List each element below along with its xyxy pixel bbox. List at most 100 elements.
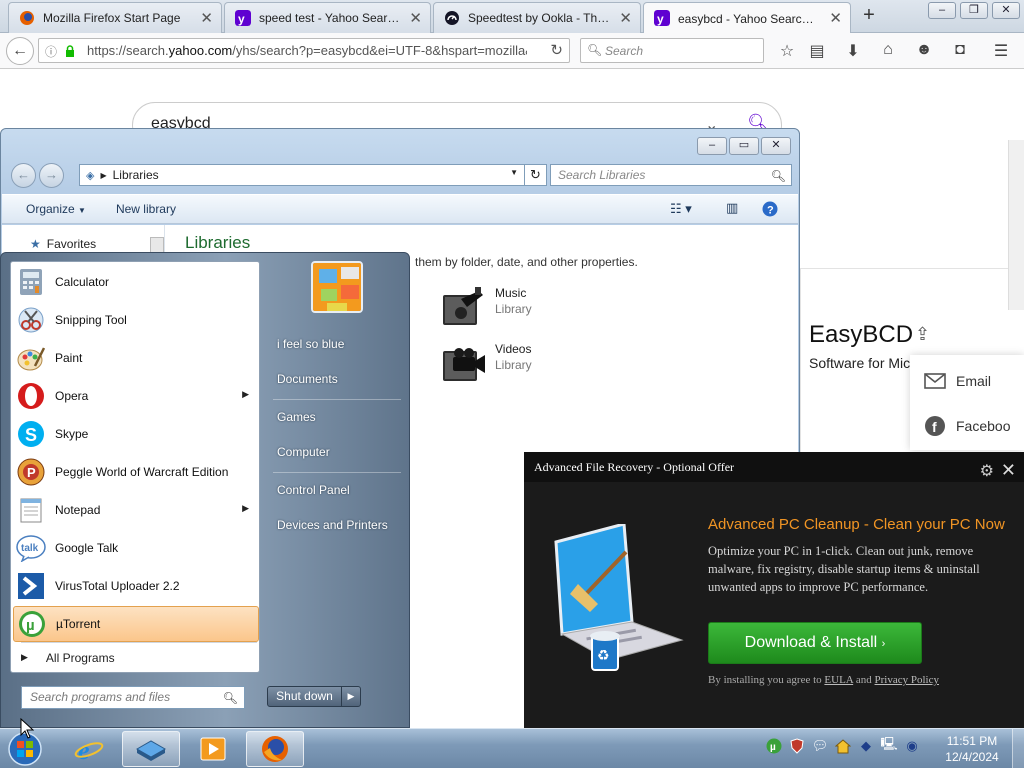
close-button[interactable]: ✕ [761, 137, 791, 155]
program-opera[interactable]: Opera ▶ [13, 378, 259, 414]
gear-icon[interactable]: ⚙ [980, 457, 994, 487]
close-button[interactable]: ✕ [992, 2, 1020, 19]
start-control-panel[interactable]: Control Panel [277, 483, 350, 497]
taskbar-explorer[interactable] [122, 731, 180, 767]
show-desktop-button[interactable] [1012, 729, 1024, 768]
network-icon[interactable]: 🖳 [880, 736, 898, 755]
sidebar-item-favorites[interactable]: ★ Favorites [30, 237, 96, 251]
restore-button[interactable]: ❐ [960, 2, 988, 19]
shutdown-options-arrow-icon[interactable]: ▶ [342, 687, 360, 706]
taskbar-clock[interactable]: 11:51 PM 12/4/2024 [938, 733, 1006, 765]
start-user-folder[interactable]: i feel so blue [277, 337, 344, 351]
taskbar-internet-explorer[interactable]: e [60, 731, 118, 767]
program-google-talk[interactable]: talk Google Talk [13, 530, 259, 566]
tab-speed-test-yahoo[interactable]: y speed test - Yahoo Search ... ✕ [224, 2, 431, 33]
yahoo-icon: y [654, 10, 670, 26]
star-icon: ★ [30, 237, 41, 251]
card-title: EasyBCD [809, 321, 914, 348]
eula-link[interactable]: EULA [824, 674, 853, 686]
explorer-address-bar[interactable]: ◈ ▶ Libraries ▼ ↻ [79, 164, 547, 186]
info-icon[interactable]: ⓘ [45, 43, 57, 60]
minimize-button[interactable]: – [697, 137, 727, 155]
search-icon: 🔍︎ [222, 691, 238, 705]
reload-icon[interactable]: ↻ [550, 41, 563, 59]
all-programs-button[interactable]: ▶ All Programs [21, 642, 257, 665]
svg-text:talk: talk [21, 543, 39, 554]
close-tab-icon[interactable]: ✕ [409, 9, 422, 27]
back-arrow-icon[interactable]: ← [11, 163, 36, 188]
reading-list-icon[interactable]: ▤ [806, 41, 828, 61]
share-icon[interactable]: ⇪ [915, 324, 930, 345]
program-calculator[interactable]: Calculator [13, 264, 259, 300]
taskbar-media-player[interactable] [184, 731, 242, 767]
program-notepad[interactable]: Notepad ▶ [13, 492, 259, 528]
organize-button[interactable]: Organize ▼ [26, 202, 86, 216]
chat-bubble-icon[interactable]: 💬︎ [811, 737, 829, 755]
close-icon[interactable]: ✕ [1001, 455, 1016, 485]
share-facebook-option[interactable]: f Faceboo [924, 415, 1010, 437]
new-tab-button[interactable]: + [858, 4, 880, 28]
email-icon [924, 373, 946, 389]
library-type: Library [495, 358, 532, 372]
program-utorrent[interactable]: µ µTorrent [13, 606, 259, 642]
program-peggle[interactable]: P Peggle World of Warcraft Edition [13, 454, 259, 490]
close-tab-icon[interactable]: ✕ [200, 9, 213, 27]
start-search-input[interactable]: Search programs and files 🔍︎ [21, 686, 245, 709]
download-icon[interactable]: ⬇ [842, 41, 864, 61]
bluetooth-icon[interactable]: ◆ [857, 737, 875, 755]
library-videos[interactable]: Videos Library [439, 341, 532, 387]
program-virustotal[interactable]: VirusTotal Uploader 2.2 [13, 568, 259, 604]
user-picture[interactable] [311, 261, 363, 313]
url-text: https://search.yahoo.com/yhs/search?p=ea… [87, 43, 527, 58]
firefox-icon [20, 11, 34, 25]
url-bar[interactable]: ⓘ https://search.yahoo.com/yhs/search?p=… [38, 38, 570, 63]
utorrent-tray-icon[interactable]: µ [765, 737, 783, 755]
download-install-button[interactable]: Download & Install › [708, 622, 922, 664]
home-icon[interactable]: ⌂ [877, 41, 899, 61]
calculator-icon [15, 266, 47, 298]
program-snipping-tool[interactable]: Snipping Tool [13, 302, 259, 338]
maximize-button[interactable]: ▭ [729, 137, 759, 155]
forward-arrow-icon[interactable]: → [39, 163, 64, 188]
shutdown-button[interactable]: Shut down ▶ [267, 686, 361, 707]
tab-firefox-start[interactable]: Mozilla Firefox Start Page ✕ [8, 2, 222, 33]
divider [273, 472, 401, 473]
security-shield-icon[interactable] [788, 737, 806, 755]
browser-search-input[interactable]: 🔍︎ Search [580, 38, 764, 63]
bookmark-star-icon[interactable]: ☆ [776, 41, 798, 61]
tab-easybcd-yahoo[interactable]: y easybcd - Yahoo Search Re... ✕ [643, 2, 851, 34]
program-paint[interactable]: Paint [13, 340, 259, 376]
page-scrollbar[interactable] [1008, 140, 1024, 310]
scissors-icon [15, 304, 47, 336]
close-tab-icon[interactable]: ✕ [619, 9, 632, 27]
svg-text:♻: ♻ [597, 648, 610, 664]
view-options-icon[interactable]: ☷ ▾ [670, 201, 692, 217]
pocket-icon[interactable]: ◘ [949, 41, 971, 61]
explorer-search-input[interactable]: Search Libraries 🔍︎ [550, 164, 792, 186]
privacy-policy-link[interactable]: Privacy Policy [875, 674, 939, 686]
share-popup: Email f Faceboo [910, 355, 1024, 450]
share-email-option[interactable]: Email [924, 373, 991, 389]
start-devices-printers[interactable]: Devices and Printers [277, 518, 388, 532]
program-skype[interactable]: S Skype [13, 416, 259, 452]
start-documents[interactable]: Documents [277, 372, 338, 386]
house-network-icon[interactable] [834, 737, 852, 755]
library-music[interactable]: Music Library [439, 285, 532, 331]
tab-speedtest-ookla[interactable]: Speedtest by Ookla - The ... ✕ [433, 2, 641, 33]
refresh-icon[interactable]: ↻ [524, 165, 546, 185]
taskbar-firefox[interactable] [246, 731, 304, 767]
offer-popup: Advanced File Recovery - Optional Offer … [524, 452, 1024, 728]
hello-chat-icon[interactable]: ☻ [913, 41, 935, 61]
preview-pane-icon[interactable]: ▥ [726, 200, 738, 216]
volume-icon[interactable]: ◉ [903, 737, 921, 755]
menu-icon[interactable]: ☰ [990, 41, 1012, 61]
back-button[interactable]: ← [6, 37, 34, 65]
help-icon[interactable]: ? [762, 201, 778, 217]
breadcrumb-arrow-icon[interactable]: ▶ [100, 171, 106, 180]
dropdown-arrow-icon[interactable]: ▼ [510, 168, 518, 177]
minimize-button[interactable]: – [928, 2, 956, 19]
start-games[interactable]: Games [277, 410, 316, 424]
start-computer[interactable]: Computer [277, 445, 330, 459]
new-library-button[interactable]: New library [116, 202, 176, 216]
close-tab-icon[interactable]: ✕ [829, 9, 842, 27]
